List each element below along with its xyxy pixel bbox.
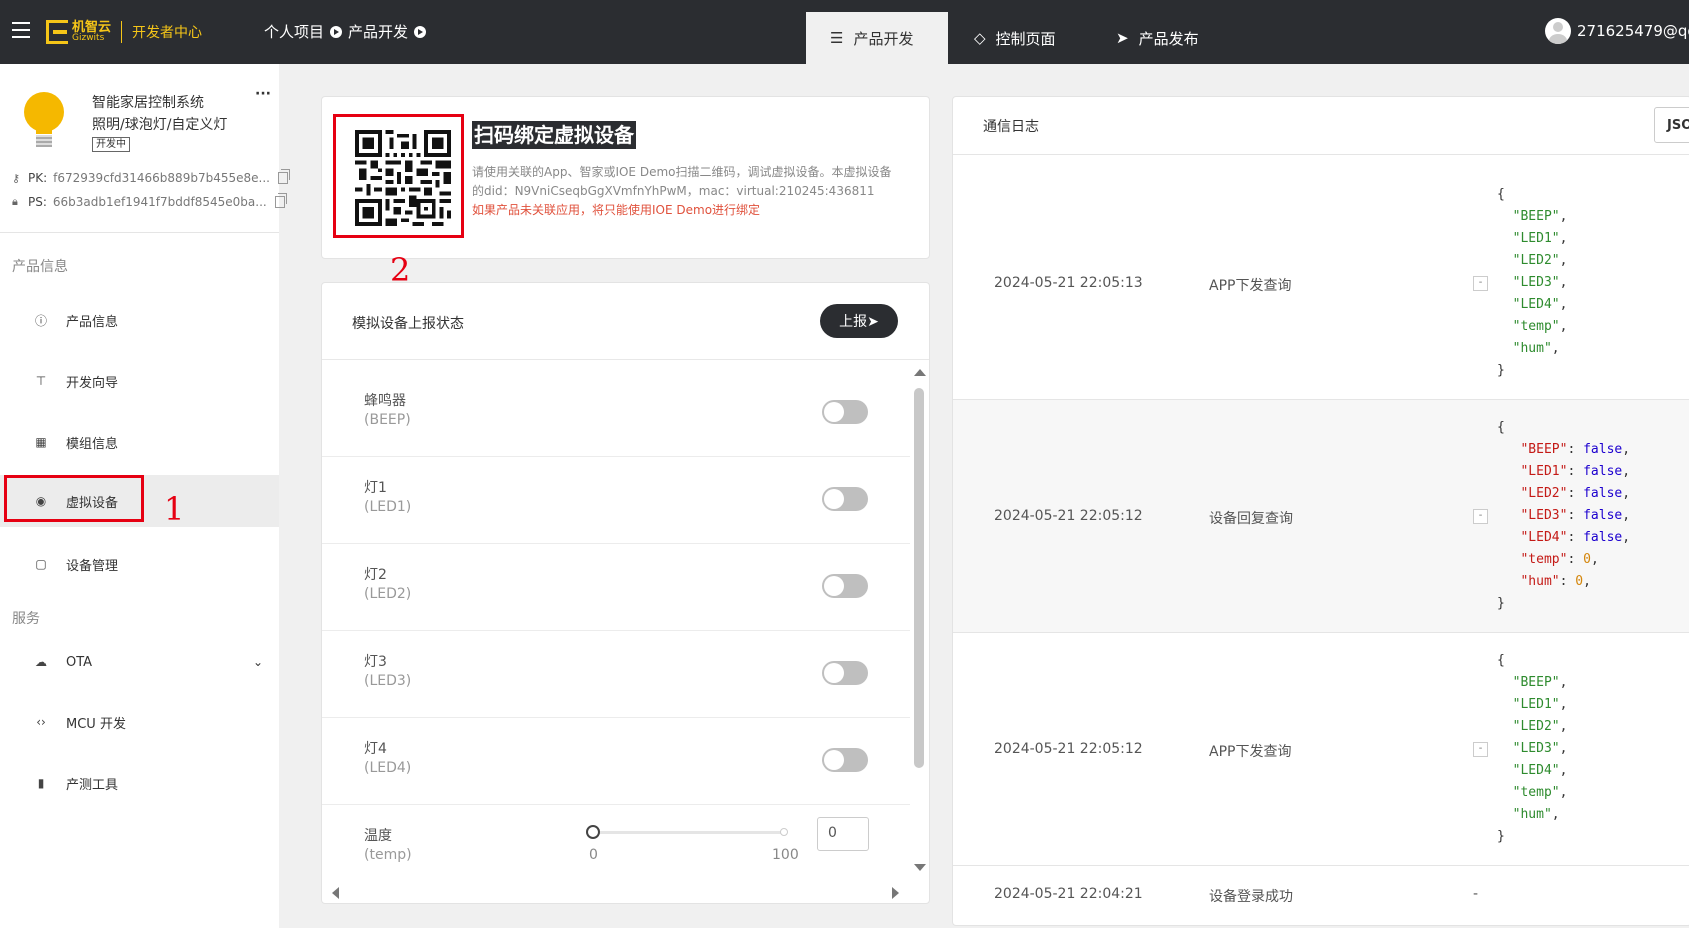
avatar [1545,18,1571,44]
qr-description: 请使用关联的App、智家或IOE Demo扫描二维码，调试虚拟设备。本虚拟设备的… [472,165,892,217]
log-json: { "BEEP", "LED1", "LED2", "LED3", "LED4"… [1497,653,1568,844]
scroll-thumb[interactable] [914,388,924,768]
led1-toggle[interactable] [822,487,868,511]
sim-row-led1: 灯1 (LED1) [322,457,910,544]
temp-slider-handle[interactable] [586,825,600,839]
annotation-box-2 [333,114,464,238]
chevron-down-icon[interactable]: ⌄ [253,655,263,669]
log-row: 2024-05-21 22:05:12 设备回复查询 - { "BEEP": f… [953,400,1689,633]
logo[interactable]: 机智云 Gizwits 开发者中心 [46,17,202,47]
sidebar-item-mcu[interactable]: ‹› MCU 开发 [0,696,279,748]
sim-vertical-scrollbar[interactable] [910,362,928,882]
section-service: 服务 [12,611,40,627]
log-row: 2024-05-21 22:04:21 设备登录成功 - [994,886,1479,905]
log-row: 2024-05-21 22:05:13 APP下发查询 - { "BEEP", … [953,167,1689,400]
tab-product-dev[interactable]: ☰ 产品开发 [806,12,948,64]
report-button[interactable]: 上报➤ [820,304,898,338]
cloud-upload-icon: ☁ [35,655,47,669]
test-tube-icon: ▮ [37,776,45,790]
sidebar-item-product-info[interactable]: ⓘ 产品信息 [0,294,279,346]
breadcrumb-dev[interactable]: 产品开发 [348,21,408,42]
collapse-button[interactable]: - [1473,509,1488,524]
menu-icon[interactable] [12,22,30,38]
led2-toggle[interactable] [822,574,868,598]
breadcrumb-personal[interactable]: 个人项目 [264,21,324,42]
lock-icon: 🔒︎ [12,195,18,208]
signpost-icon: ⊤ [35,374,47,388]
user-email: 271625479@qq.c [1577,22,1689,40]
log-title: 通信日志 [983,119,1039,135]
sim-row-led3: 灯3 (LED3) [322,631,910,718]
qr-warning: 如果产品未关联应用，将只能使用IOE Demo进行绑定 [472,203,761,217]
scroll-left-icon[interactable] [332,887,339,899]
scroll-up-icon[interactable] [914,369,926,376]
diamond-icon: ◇ [974,29,986,47]
code-icon: ‹› [36,715,46,729]
status-badge: 开发中 [92,137,130,152]
top-bar: 机智云 Gizwits 开发者中心 个人项目 产品开发 ☰ 产品开发 ◇ 控制页… [0,0,1689,64]
pk-row: ⚷ PK: f672939cfd31466b889b7b455e8e... [12,169,290,185]
ps-value: 66b3adb1ef1941f7bddf8545e0ba... [52,195,267,209]
log-json: { "BEEP": false, "LED1": false, "LED2": … [1497,420,1631,611]
tab-product-publish[interactable]: ➤ 产品发布 [1116,12,1199,64]
led4-toggle[interactable] [822,748,868,772]
info-icon: ⓘ [34,313,47,328]
key-icon: ⚷ [12,171,21,185]
grid-icon: ▦ [35,435,47,449]
clipboard-icon: ▢ [35,557,47,571]
copy-icon[interactable] [274,193,287,208]
play-circle-icon [330,25,343,38]
log-row: 2024-05-21 22:05:12 APP下发查询 - { "BEEP", … [953,633,1689,866]
beep-toggle[interactable] [822,400,868,424]
sim-row-beep: 蜂鸣器 (BEEP) [322,370,910,457]
sidebar-item-module-info[interactable]: ▦ 模组信息 [0,416,279,468]
sim-row-led2: 灯2 (LED2) [322,544,910,631]
user-menu[interactable]: 271625479@qq.c [1545,18,1689,44]
annotation-number-1: 1 [164,490,185,528]
sliders-icon: ☰ [830,29,844,47]
tab-control-page[interactable]: ◇ 控制页面 [974,12,1056,64]
play-circle-icon [414,25,427,38]
sim-row-led4: 灯4 (LED4) [322,718,910,805]
temp-slider[interactable] [594,831,784,834]
sidebar-item-device-manage[interactable]: ▢ 设备管理 [0,538,279,590]
section-product-info: 产品信息 [12,259,68,275]
sim-row-temp: 温度 (temp) 0 100 0 [322,805,910,885]
sim-panel-title: 模拟设备上报状态 [352,316,464,332]
scroll-right-icon[interactable] [892,887,899,899]
gizwits-logo-icon [46,20,68,44]
scroll-down-icon[interactable] [914,864,926,871]
breadcrumb: 个人项目 产品开发 [264,21,432,42]
sidebar-item-dev-guide[interactable]: ⊤ 开发向导 [0,355,279,407]
sim-horizontal-scrollbar[interactable] [330,885,910,899]
ps-row: 🔒︎ PS: 66b3adb1ef1941f7bddf8545e0ba... [12,193,287,209]
sidebar-item-test-tool[interactable]: ▮ 产测工具 [0,757,279,809]
product-category: 照明/球泡灯/自定义灯 [92,117,228,133]
annotation-box-1 [4,475,144,522]
json-button[interactable]: JSO [1654,107,1689,143]
pk-value: f672939cfd31466b889b7b455e8e... [53,171,270,185]
qr-title: 扫码绑定虚拟设备 [472,121,636,149]
send-icon: ➤ [1116,29,1129,47]
bulb-icon [22,92,66,154]
temp-input[interactable]: 0 [817,817,869,851]
logo-en: Gizwits [72,33,105,43]
sidebar-item-ota[interactable]: ☁ OTA ⌄ [0,636,279,688]
product-name: 智能家居控制系统 [92,95,204,111]
logo-subtitle: 开发者中心 [132,25,203,41]
collapse-button[interactable]: - [1473,276,1488,291]
copy-icon[interactable] [277,169,290,184]
log-json: { "BEEP", "LED1", "LED2", "LED3", "LED4"… [1497,187,1568,378]
collapse-button[interactable]: - [1473,742,1488,757]
led3-toggle[interactable] [822,661,868,685]
more-icon[interactable]: ··· [255,86,271,102]
